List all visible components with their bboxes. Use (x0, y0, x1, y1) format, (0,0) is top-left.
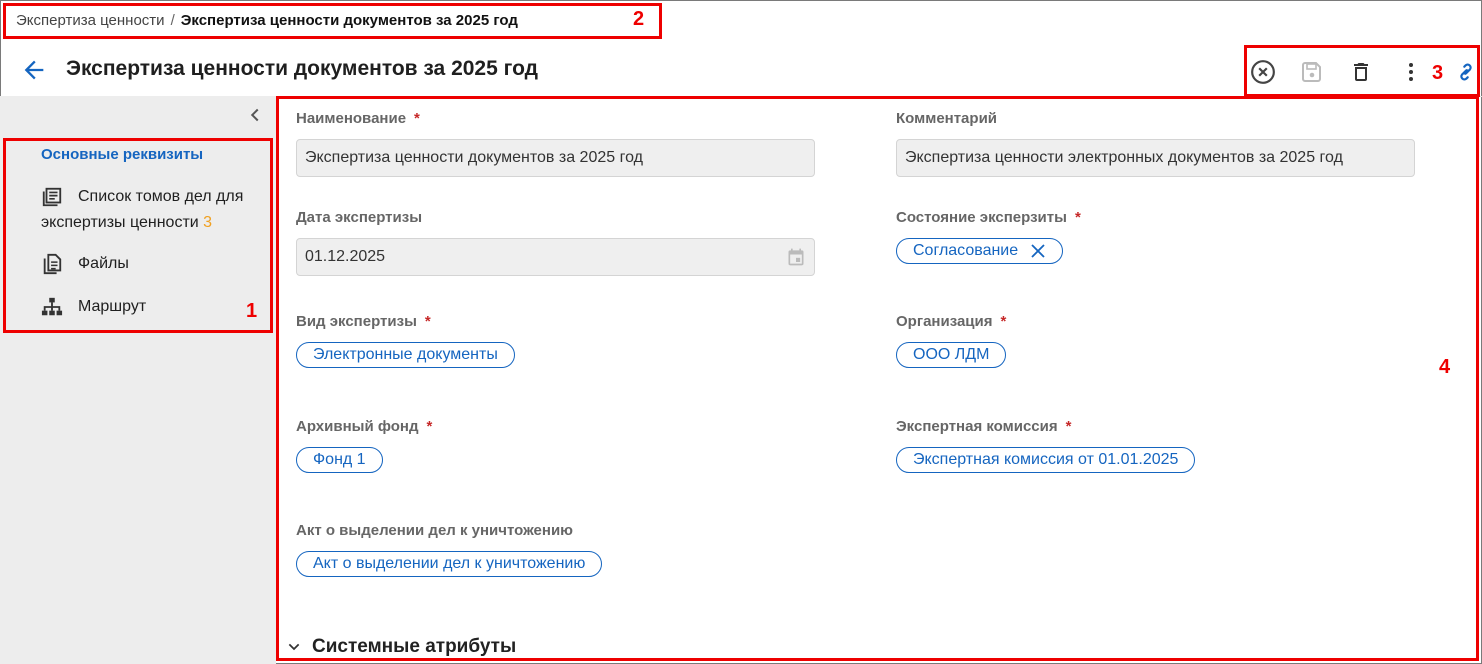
annotation-box-1 (3, 138, 273, 333)
back-arrow-icon[interactable] (20, 56, 48, 84)
annotation-number-2: 2 (633, 8, 645, 30)
annotation-number-4: 4 (1439, 356, 1451, 378)
annotation-number-3: 3 (1432, 62, 1444, 84)
annotation-number-1: 1 (246, 300, 258, 322)
annotation-box-3 (1244, 45, 1480, 97)
annotation-box-4 (276, 96, 1479, 661)
annotation-box-2 (3, 3, 662, 39)
page-title: Экспертиза ценности документов за 2025 г… (66, 57, 538, 80)
collapse-sidebar-chevron-left-icon[interactable] (244, 104, 266, 126)
